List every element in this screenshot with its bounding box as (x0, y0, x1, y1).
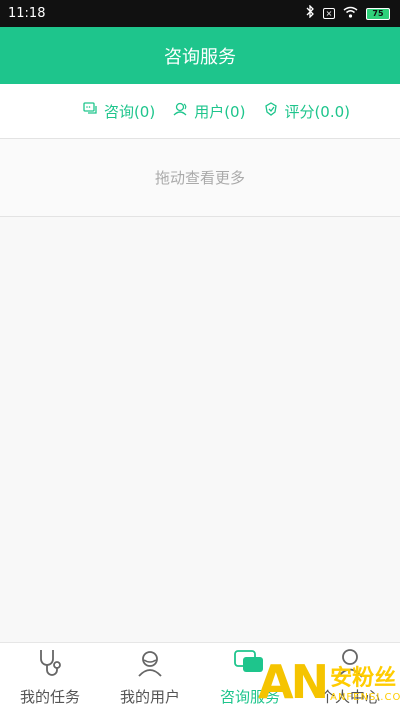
page-title: 咨询服务 (164, 46, 236, 68)
status-bar: 11:18 × 75 (0, 0, 400, 27)
chat-bubble-icon (233, 648, 267, 682)
nav-item-consult-service[interactable]: 咨询服务 (200, 643, 300, 711)
user-group-icon (133, 648, 167, 682)
stat-users[interactable]: 用户(0) (173, 101, 245, 122)
nav-item-my-users[interactable]: 我的用户 (100, 643, 200, 711)
nav-label: 我的任务 (19, 687, 80, 706)
content-list[interactable] (0, 217, 400, 642)
wifi-icon (343, 6, 358, 22)
app-header: 咨询服务 (0, 27, 400, 84)
person-icon (333, 648, 367, 682)
rating-icon (263, 101, 279, 121)
nav-label: 个人中心 (319, 687, 380, 706)
stats-row: 咨询(0) 用户(0) 评分(0.0) (0, 84, 400, 139)
nav-item-personal-center[interactable]: 个人中心 (300, 643, 400, 711)
status-time: 11:18 (8, 6, 46, 21)
stat-users-label: 用户(0) (194, 102, 246, 121)
stat-rating[interactable]: 评分(0.0) (263, 101, 350, 122)
pull-hint-text: 拖动查看更多 (154, 169, 245, 187)
nav-label: 我的用户 (119, 687, 180, 706)
nav-label: 咨询服务 (219, 687, 280, 706)
stat-consultations[interactable]: 咨询(0) (83, 101, 155, 122)
battery-icon: 75 (366, 7, 390, 20)
stethoscope-icon (33, 648, 67, 682)
stat-rating-label: 评分(0.0) (284, 102, 350, 121)
status-icons: × 75 (305, 4, 390, 22)
pull-to-load-hint: 拖动查看更多 (0, 139, 400, 217)
bottom-nav: 我的任务 我的用户 咨询服务 个人中心 (0, 642, 400, 711)
chat-icon (83, 101, 99, 121)
stat-consultations-label: 咨询(0) (103, 102, 156, 121)
nav-item-my-tasks[interactable]: 我的任务 (0, 643, 100, 711)
bluetooth-icon (305, 4, 315, 22)
users-icon (173, 101, 189, 121)
sim-icon: × (323, 8, 335, 19)
